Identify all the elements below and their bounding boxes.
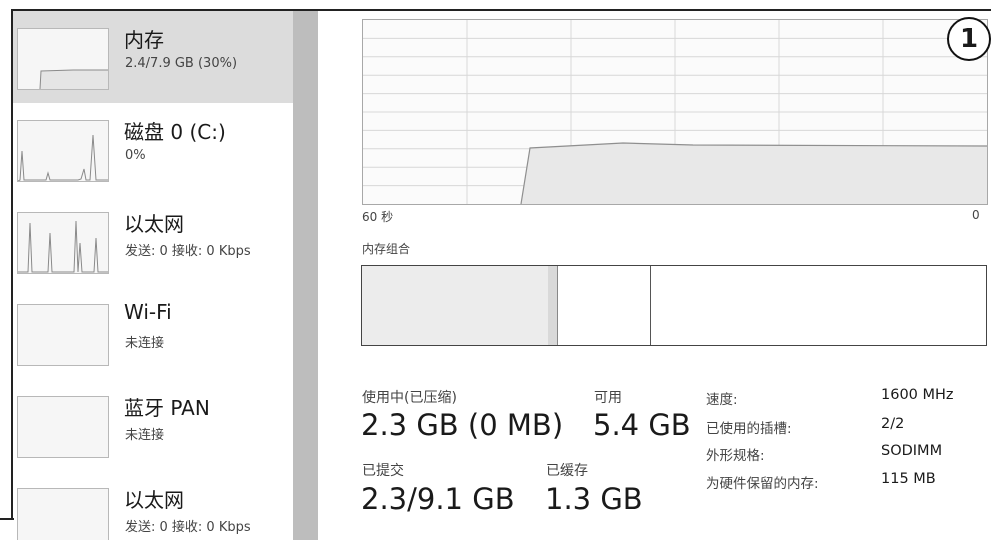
composition-in-use-segment bbox=[362, 266, 548, 345]
bluetooth-thumbnail-graph bbox=[17, 396, 109, 458]
sidebar-item-title: 蓝牙 PAN bbox=[124, 396, 210, 420]
form-factor-label: 外形规格: bbox=[706, 448, 765, 464]
graph-time-start-label: 60 秒 bbox=[362, 210, 394, 224]
form-factor-value: SODIMM bbox=[881, 443, 943, 459]
sidebar-item-ethernet-2[interactable]: 以太网 发送: 0 接收: 0 Kbps bbox=[13, 471, 293, 540]
slots-used-value: 2/2 bbox=[881, 416, 905, 432]
memory-thumbnail-graph bbox=[17, 28, 109, 90]
composition-modified-segment bbox=[548, 266, 558, 345]
memory-composition-label: 内存组合 bbox=[362, 242, 411, 256]
scrollbar-thumb[interactable] bbox=[293, 11, 318, 540]
disk-thumbnail-graph bbox=[17, 120, 109, 182]
sidebar-item-ethernet[interactable]: 以太网 发送: 0 接收: 0 Kbps bbox=[13, 195, 293, 287]
resource-sidebar: 内存 2.4/7.9 GB (30%) 磁盘 0 (C:) 0% 以太网 发送:… bbox=[13, 11, 293, 540]
sidebar-item-subtitle: 发送: 0 接收: 0 Kbps bbox=[125, 244, 251, 259]
committed-value: 2.3/9.1 GB bbox=[361, 482, 515, 516]
cached-value: 1.3 GB bbox=[545, 482, 643, 516]
callout-number: 1 bbox=[947, 17, 991, 61]
slots-used-label: 已使用的插槽: bbox=[706, 421, 792, 437]
sidebar-item-bluetooth-pan[interactable]: 蓝牙 PAN 未连接 bbox=[13, 379, 293, 471]
sidebar-item-title: 以太网 bbox=[124, 212, 184, 236]
sidebar-item-disk[interactable]: 磁盘 0 (C:) 0% bbox=[13, 103, 293, 195]
in-use-label: 使用中(已压缩) bbox=[362, 390, 457, 406]
committed-label: 已提交 bbox=[362, 463, 404, 479]
ethernet-thumbnail-graph bbox=[17, 212, 109, 274]
sidebar-item-wifi[interactable]: Wi-Fi 未连接 bbox=[13, 287, 293, 379]
ethernet-2-thumbnail-graph bbox=[17, 488, 109, 540]
sidebar-item-memory[interactable]: 内存 2.4/7.9 GB (30%) bbox=[13, 11, 293, 103]
memory-usage-graph bbox=[362, 19, 988, 205]
cached-label: 已缓存 bbox=[546, 463, 588, 479]
memory-usage-area bbox=[363, 143, 987, 204]
available-value: 5.4 GB bbox=[593, 408, 691, 442]
window-frame-corner bbox=[0, 518, 14, 520]
hardware-reserved-label: 为硬件保留的内存: bbox=[706, 476, 819, 492]
sidebar-item-subtitle: 未连接 bbox=[125, 428, 165, 443]
wifi-thumbnail-graph bbox=[17, 304, 109, 366]
sidebar-item-subtitle: 0% bbox=[125, 148, 146, 163]
speed-label: 速度: bbox=[706, 392, 738, 408]
sidebar-scrollbar[interactable] bbox=[293, 11, 318, 540]
composition-standby-segment bbox=[558, 266, 651, 345]
in-use-value: 2.3 GB (0 MB) bbox=[361, 408, 564, 442]
speed-value: 1600 MHz bbox=[881, 387, 954, 403]
sidebar-item-title: 内存 bbox=[124, 28, 164, 52]
sidebar-item-subtitle: 2.4/7.9 GB (30%) bbox=[125, 56, 238, 71]
sidebar-item-title: 磁盘 0 (C:) bbox=[124, 120, 226, 144]
memory-composition-bar bbox=[361, 265, 987, 346]
graph-time-end-label: 0 bbox=[972, 208, 980, 222]
sidebar-item-title: 以太网 bbox=[124, 488, 184, 512]
composition-free-segment bbox=[651, 266, 986, 345]
sidebar-item-subtitle: 发送: 0 接收: 0 Kbps bbox=[125, 520, 251, 535]
sidebar-item-title: Wi-Fi bbox=[124, 300, 172, 324]
hardware-reserved-value: 115 MB bbox=[881, 471, 936, 487]
available-label: 可用 bbox=[594, 390, 622, 406]
sidebar-item-subtitle: 未连接 bbox=[125, 336, 165, 351]
